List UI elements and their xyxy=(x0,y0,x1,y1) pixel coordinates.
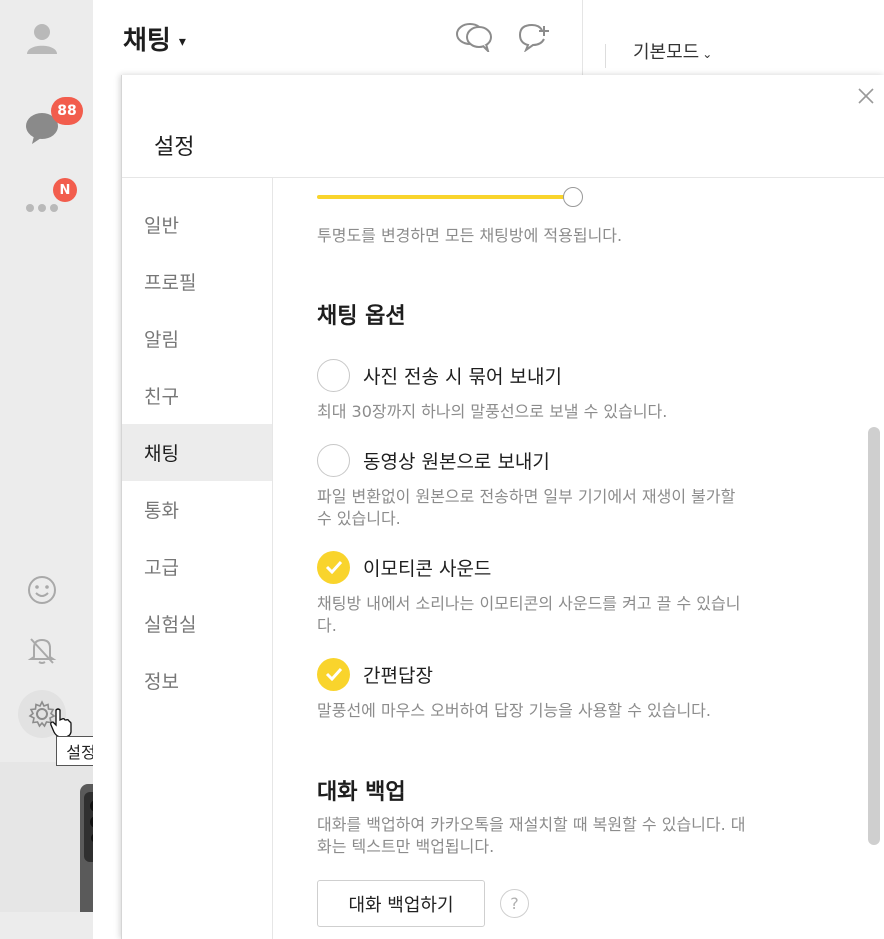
nav-item-profile[interactable]: 프로필 xyxy=(122,253,272,310)
chevron-down-icon: ▾ xyxy=(178,33,186,50)
more-new-badge: N xyxy=(53,178,77,202)
nav-item-call[interactable]: 통화 xyxy=(122,481,272,538)
option-description: 채팅방 내에서 소리나는 이모티콘의 사운드를 켜고 끌 수 있습니 다. xyxy=(317,593,740,637)
transparency-slider-handle[interactable] xyxy=(563,187,583,207)
transparency-hint: 투명도를 변경하면 모든 채팅방에 적용됩니다. xyxy=(317,226,623,245)
settings-content: 투명도를 변경하면 모든 채팅방에 적용됩니다. 채팅 옵션 사진 전송 시 묶… xyxy=(274,178,884,939)
divider xyxy=(605,44,606,68)
close-icon[interactable] xyxy=(855,85,877,107)
backup-heading: 대화 백업 xyxy=(317,780,406,805)
option-original-video[interactable]: 동영상 원본으로 보내기 xyxy=(317,443,550,477)
nav-item-labs[interactable]: 실험실 xyxy=(122,595,272,652)
option-label: 동영상 원본으로 보내기 xyxy=(363,450,550,473)
desc-line: 채팅방 내에서 소리나는 이모티콘의 사운드를 켜고 끌 수 있습니 xyxy=(317,594,741,613)
scrollbar[interactable] xyxy=(868,427,880,845)
option-description: 최대 30장까지 하나의 말풍선으로 보낼 수 있습니다. xyxy=(317,402,668,421)
mode-label: 기본모드 xyxy=(633,42,700,63)
bundle-photos-checkbox[interactable] xyxy=(317,358,350,392)
settings-modal: 설정 일반 프로필 알림 친구 채팅 통화 고급 실험실 정보 투명도를 변경하… xyxy=(121,75,884,939)
check-icon[interactable] xyxy=(317,550,350,584)
check-icon[interactable] xyxy=(317,657,350,691)
transparency-slider-track[interactable] xyxy=(317,195,573,199)
desc-line: 화는 텍스트만 백업됩니다. xyxy=(317,837,495,856)
nav-item-general[interactable]: 일반 xyxy=(122,196,272,253)
mode-selector[interactable]: 기본모드 ⌄ xyxy=(633,38,712,64)
new-chat-icon[interactable] xyxy=(517,22,555,53)
chat-unread-badge: 88 xyxy=(51,97,83,125)
chat-title-text: 채팅 xyxy=(123,26,171,56)
nav-item-chat[interactable]: 채팅 xyxy=(122,424,272,481)
desc-line: 파일 변환없이 원본으로 전송하면 일부 기기에서 재생이 불가할 xyxy=(317,487,736,506)
option-description: 파일 변환없이 원본으로 전송하면 일부 기기에서 재생이 불가할 수 있습니다… xyxy=(317,486,735,530)
nav-item-info[interactable]: 정보 xyxy=(122,652,272,709)
emoticon-icon[interactable] xyxy=(22,570,62,610)
option-emoticon-sound[interactable]: 이모티콘 사운드 xyxy=(317,550,491,584)
chat-header-title[interactable]: 채팅 ▾ xyxy=(123,20,186,57)
desc-line: 다. xyxy=(317,616,337,635)
nav-item-notifications[interactable]: 알림 xyxy=(122,310,272,367)
option-label: 사진 전송 시 묶어 보내기 xyxy=(363,365,562,388)
settings-nav: 일반 프로필 알림 친구 채팅 통화 고급 실험실 정보 xyxy=(122,178,273,939)
nav-item-advanced[interactable]: 고급 xyxy=(122,538,272,595)
option-description: 말풍선에 마우스 오버하여 답장 기능을 사용할 수 있습니다. xyxy=(317,701,711,720)
option-label: 간편답장 xyxy=(363,664,433,687)
settings-title: 설정 xyxy=(154,135,195,160)
backup-button[interactable]: 대화 백업하기 xyxy=(317,880,485,927)
original-video-checkbox[interactable] xyxy=(317,443,350,477)
backup-description: 대화를 백업하여 카카오톡을 재설치할 때 복원할 수 있습니다. 대 화는 텍… xyxy=(317,814,746,858)
chat-options-heading: 채팅 옵션 xyxy=(317,304,406,329)
option-bundle-photos[interactable]: 사진 전송 시 묶어 보내기 xyxy=(317,358,562,392)
open-chat-icon[interactable] xyxy=(455,22,493,55)
desc-line: 대화를 백업하여 카카오톡을 재설치할 때 복원할 수 있습니다. 대 xyxy=(317,815,746,834)
nav-item-friends[interactable]: 친구 xyxy=(122,367,272,424)
chevron-down-icon: ⌄ xyxy=(702,47,713,61)
friends-icon[interactable] xyxy=(22,18,62,58)
desc-line: 수 있습니다. xyxy=(317,509,401,528)
help-icon[interactable]: ? xyxy=(500,889,529,918)
notification-off-icon[interactable] xyxy=(22,630,62,670)
option-label: 이모티콘 사운드 xyxy=(363,557,492,580)
option-quick-reply[interactable]: 간편답장 xyxy=(317,657,433,691)
